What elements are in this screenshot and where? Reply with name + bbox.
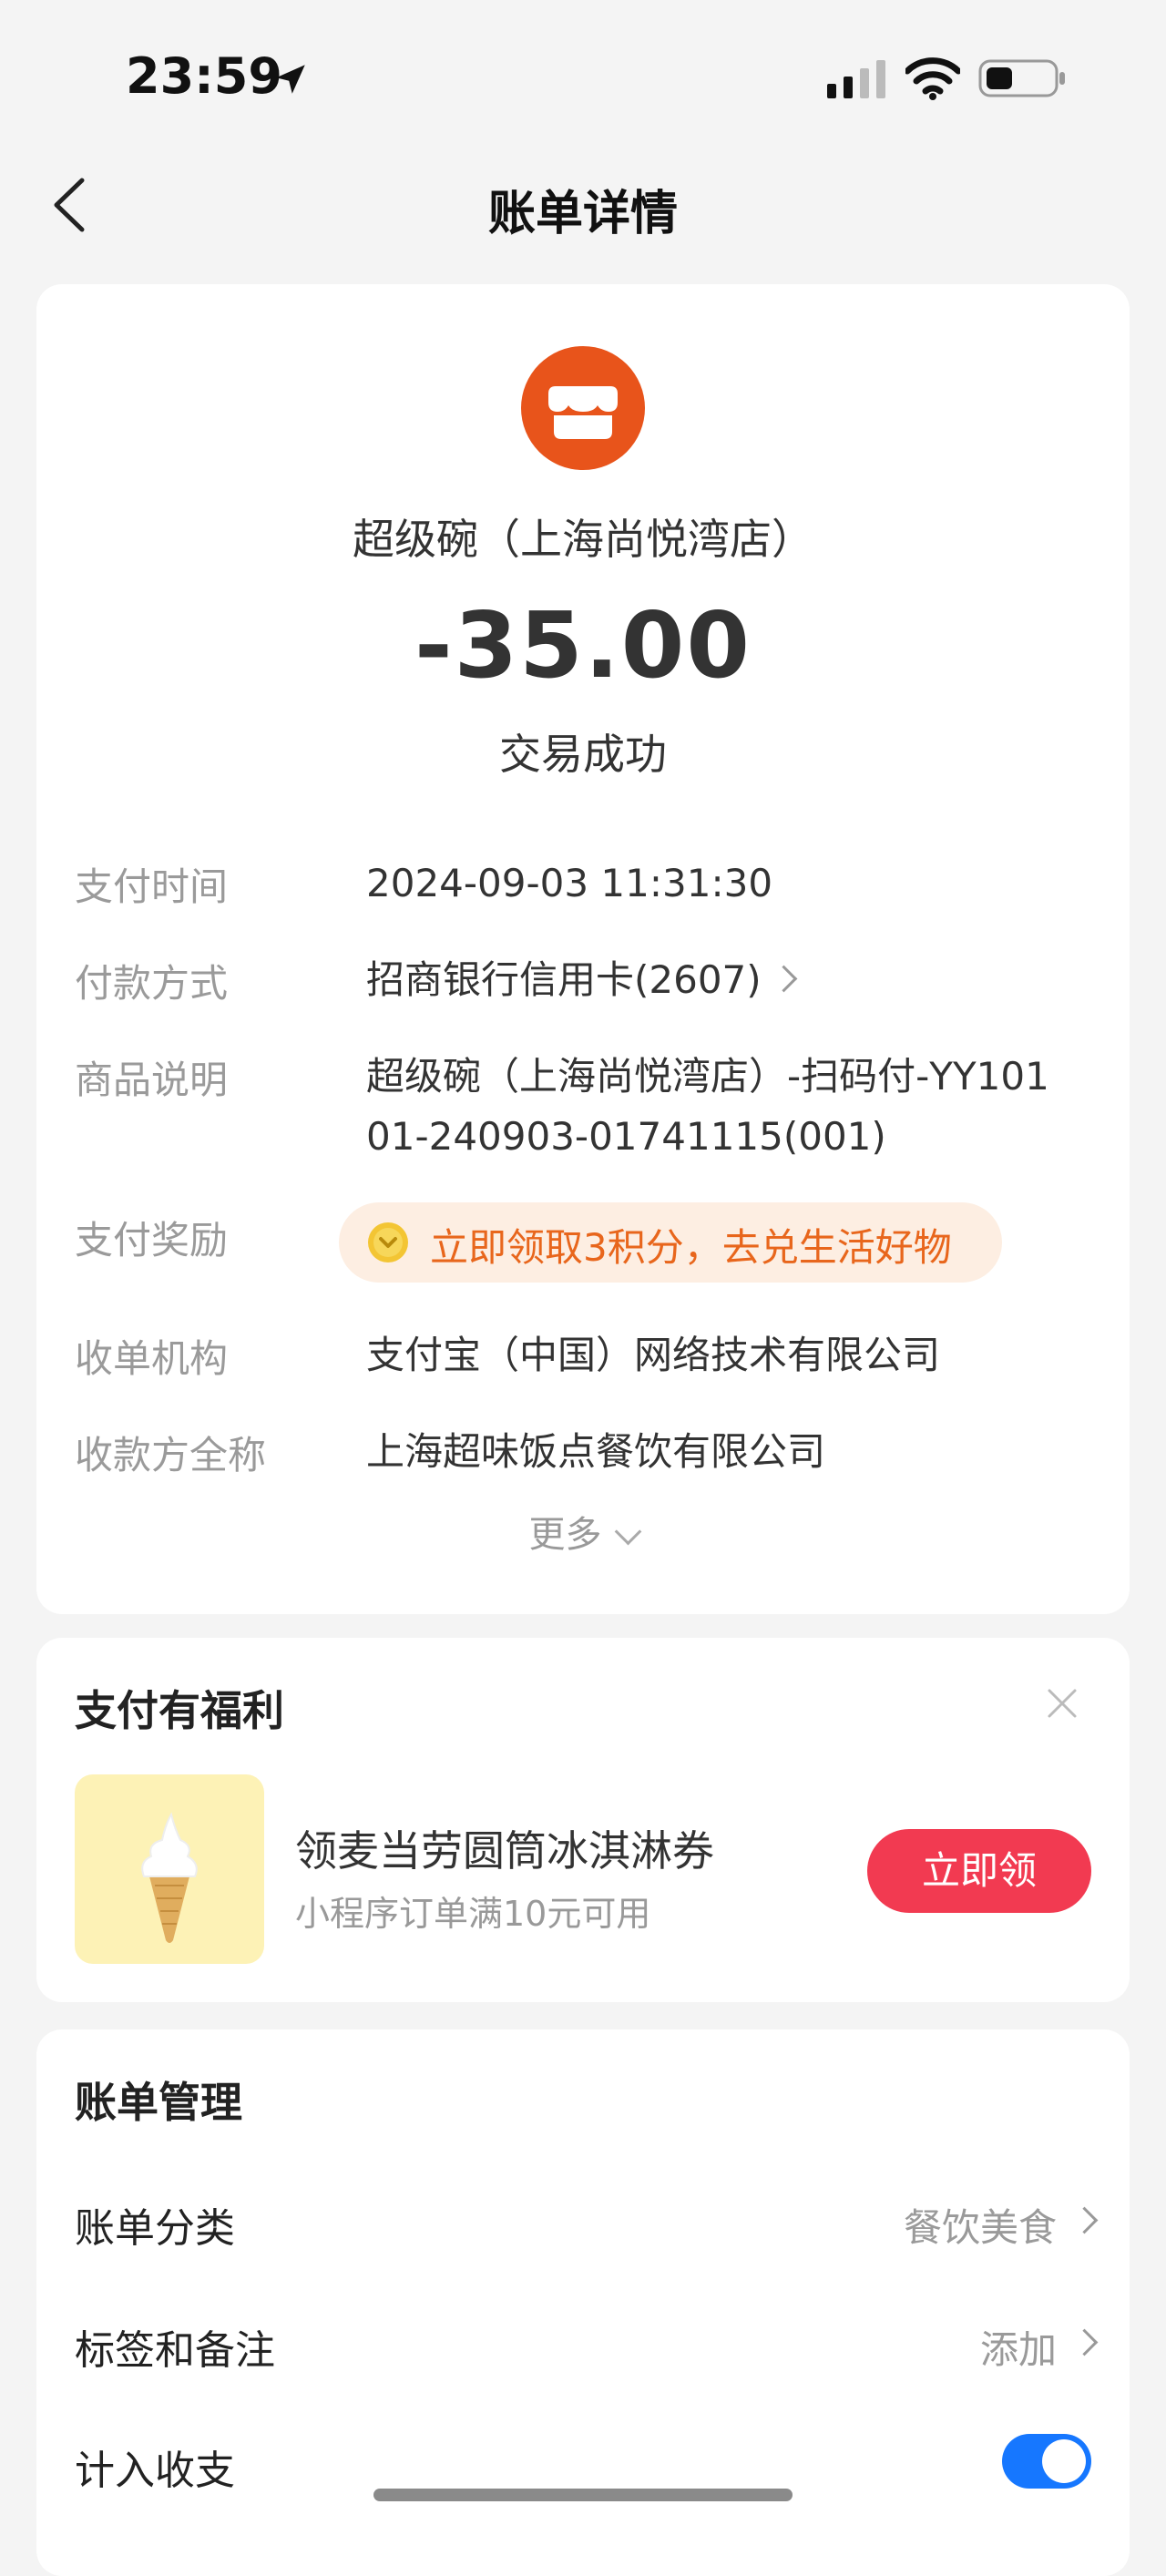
chevron-down-icon bbox=[614, 1518, 641, 1546]
tags-notes-value: 添加 bbox=[979, 2327, 1057, 2372]
transaction-amount: -35.00 bbox=[414, 592, 752, 699]
promo-subtitle: 小程序订单满10元可用 bbox=[295, 1894, 651, 1934]
payee-name-label: 收款方全称 bbox=[75, 1433, 267, 1477]
promo-title: 领麦当劳圆筒冰淇淋券 bbox=[295, 1826, 714, 1876]
close-icon[interactable] bbox=[1044, 1685, 1080, 1722]
more-label: 更多 bbox=[528, 1514, 602, 1556]
transaction-status: 交易成功 bbox=[499, 730, 667, 779]
product-desc-line1: 超级碗（上海尚悦湾店）-扫码付-YY101 bbox=[366, 1054, 1049, 1099]
reward-label: 支付奖励 bbox=[75, 1218, 229, 1262]
benefit-title: 支付有福利 bbox=[75, 1686, 284, 1735]
include-in-balance-toggle[interactable] bbox=[1002, 2434, 1091, 2489]
more-button[interactable]: 更多 bbox=[0, 1505, 1166, 1558]
battery-icon bbox=[978, 59, 1065, 97]
pay-time-label: 支付时间 bbox=[75, 864, 229, 909]
reward-text: 立即领取3积分，去兑生活好物 bbox=[430, 1225, 952, 1270]
ice-cream-cone-image bbox=[75, 1774, 264, 1964]
include-in-balance-label: 计入收支 bbox=[75, 2448, 235, 2494]
bill-category-label: 账单分类 bbox=[75, 2205, 235, 2252]
bill-detail-card bbox=[36, 284, 1130, 1614]
payment-method-value: 招商银行信用卡(2607) bbox=[366, 957, 762, 1002]
coin-icon bbox=[368, 1222, 408, 1262]
management-title: 账单管理 bbox=[75, 2078, 242, 2127]
wifi-icon bbox=[905, 57, 960, 100]
pay-time-value: 2024-09-03 11:31:30 bbox=[366, 861, 773, 905]
claim-coupon-button[interactable]: 立即领 bbox=[867, 1829, 1091, 1913]
product-desc-label: 商品说明 bbox=[75, 1058, 229, 1102]
location-arrow-icon bbox=[276, 65, 305, 94]
status-time: 23:59 bbox=[126, 47, 282, 105]
chevron-right-icon bbox=[770, 965, 798, 993]
home-indicator bbox=[373, 2489, 793, 2501]
payee-name-value: 上海超味饭点餐饮有限公司 bbox=[366, 1429, 826, 1474]
merchant-shop-icon bbox=[521, 346, 645, 470]
acquirer-label: 收单机构 bbox=[75, 1336, 229, 1381]
bill-category-value: 餐饮美食 bbox=[903, 2205, 1057, 2250]
payment-method-label: 付款方式 bbox=[75, 961, 229, 1006]
merchant-name: 超级碗（上海尚悦湾店） bbox=[353, 515, 813, 564]
acquirer-value: 支付宝（中国）网络技术有限公司 bbox=[366, 1333, 941, 1377]
page-title: 账单详情 bbox=[487, 187, 678, 241]
payment-method-link[interactable]: 招商银行信用卡(2607) bbox=[366, 951, 798, 1009]
product-desc-line2: 01-240903-01741115(001) bbox=[366, 1114, 886, 1159]
cellular-signal-icon bbox=[827, 60, 885, 98]
tags-notes-label: 标签和备注 bbox=[75, 2327, 275, 2374]
toggle-knob bbox=[1042, 2439, 1086, 2483]
